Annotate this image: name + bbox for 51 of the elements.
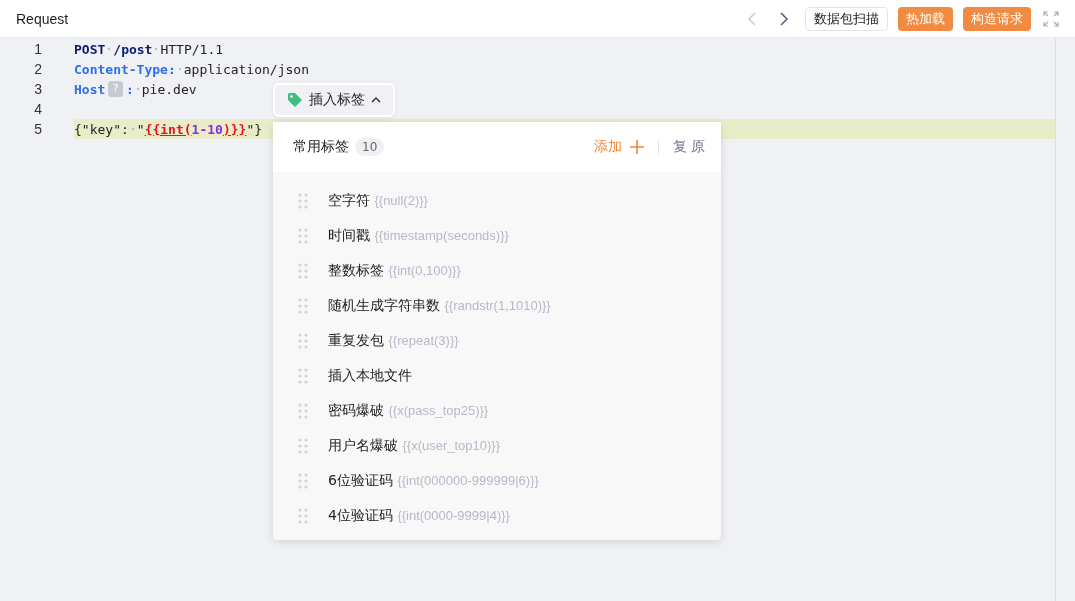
count-badge: 10 (355, 138, 385, 156)
drag-handle-icon[interactable] (298, 227, 308, 244)
menu-title: 常用标签 (293, 138, 349, 156)
line-number: 3 (33, 81, 42, 97)
code-tag: {{int( (144, 121, 192, 137)
chevron-up-icon (371, 96, 381, 104)
line-number: 5 (33, 121, 42, 137)
drag-handle-icon[interactable] (298, 262, 308, 279)
code-text: pie.dev (141, 81, 197, 97)
drag-handle-icon[interactable] (298, 507, 308, 524)
panel-title: Request (16, 10, 69, 27)
insert-tag-button[interactable]: 插入标签 (273, 83, 395, 117)
drag-handle-icon[interactable] (298, 192, 308, 209)
code-tag: )}} (222, 121, 247, 137)
line-number: 2 (33, 61, 42, 77)
forward-icon[interactable] (779, 10, 789, 27)
drag-handle-icon[interactable] (298, 437, 308, 454)
drag-handle-icon[interactable] (298, 367, 308, 384)
line-number: 1 (33, 41, 42, 57)
code-header-name: : (125, 81, 134, 97)
fullscreen-icon[interactable] (1043, 10, 1059, 27)
code-text: " (136, 121, 145, 137)
code-text: {"key": (74, 121, 129, 137)
reset-button[interactable]: 复 原 (672, 138, 705, 156)
tag-menu-item[interactable]: 空字符 {{null(2)}} (328, 191, 428, 210)
tag-menu-item[interactable]: 随机生成字符串数 {{randstr(1,1010)}} (328, 296, 551, 315)
drag-handle-icon[interactable] (298, 472, 308, 489)
code-number: 1-10 (191, 121, 223, 137)
tag-menu-item[interactable]: 插入本地文件 (328, 366, 412, 385)
drag-handle-icon[interactable] (298, 402, 308, 419)
drag-handle-icon[interactable] (298, 297, 308, 314)
tag-menu-item[interactable]: 6位验证码 {{int(000000-999999|6)}} (328, 471, 539, 490)
code-text: HTTP/1.1 (160, 41, 224, 57)
unknown-badge: ? (108, 81, 123, 97)
code-keyword: POST (74, 41, 106, 57)
line-number: 4 (33, 101, 42, 117)
tag-menu-item[interactable]: 用户名爆破 {{x(user_top10)}} (328, 436, 501, 455)
code-keyword: /post (113, 41, 153, 57)
code-header-name: Host (74, 81, 106, 97)
code-text: application/json (183, 61, 309, 77)
drag-handle-icon[interactable] (298, 332, 308, 349)
tag-menu-item[interactable]: 时间戳 {{timestamp(seconds)}} (328, 226, 509, 245)
tag-menu-item[interactable]: 4位验证码 {{int(0000-9999|4)}} (328, 506, 510, 525)
code-text: "} (246, 121, 263, 137)
tag-menu-item[interactable]: 重复发包 {{repeat(3)}} (328, 331, 459, 350)
code-header-name: Content-Type: (74, 61, 176, 77)
tag-menu-item[interactable]: 密码爆破 {{x(pass_top25)}} (328, 401, 489, 420)
tag-icon (287, 92, 303, 108)
plus-icon (629, 140, 644, 154)
toolbar-button[interactable]: 数据包扫描 (805, 6, 888, 31)
tag-menu-item[interactable]: 整数标签 {{int(0,100)}} (328, 261, 461, 280)
